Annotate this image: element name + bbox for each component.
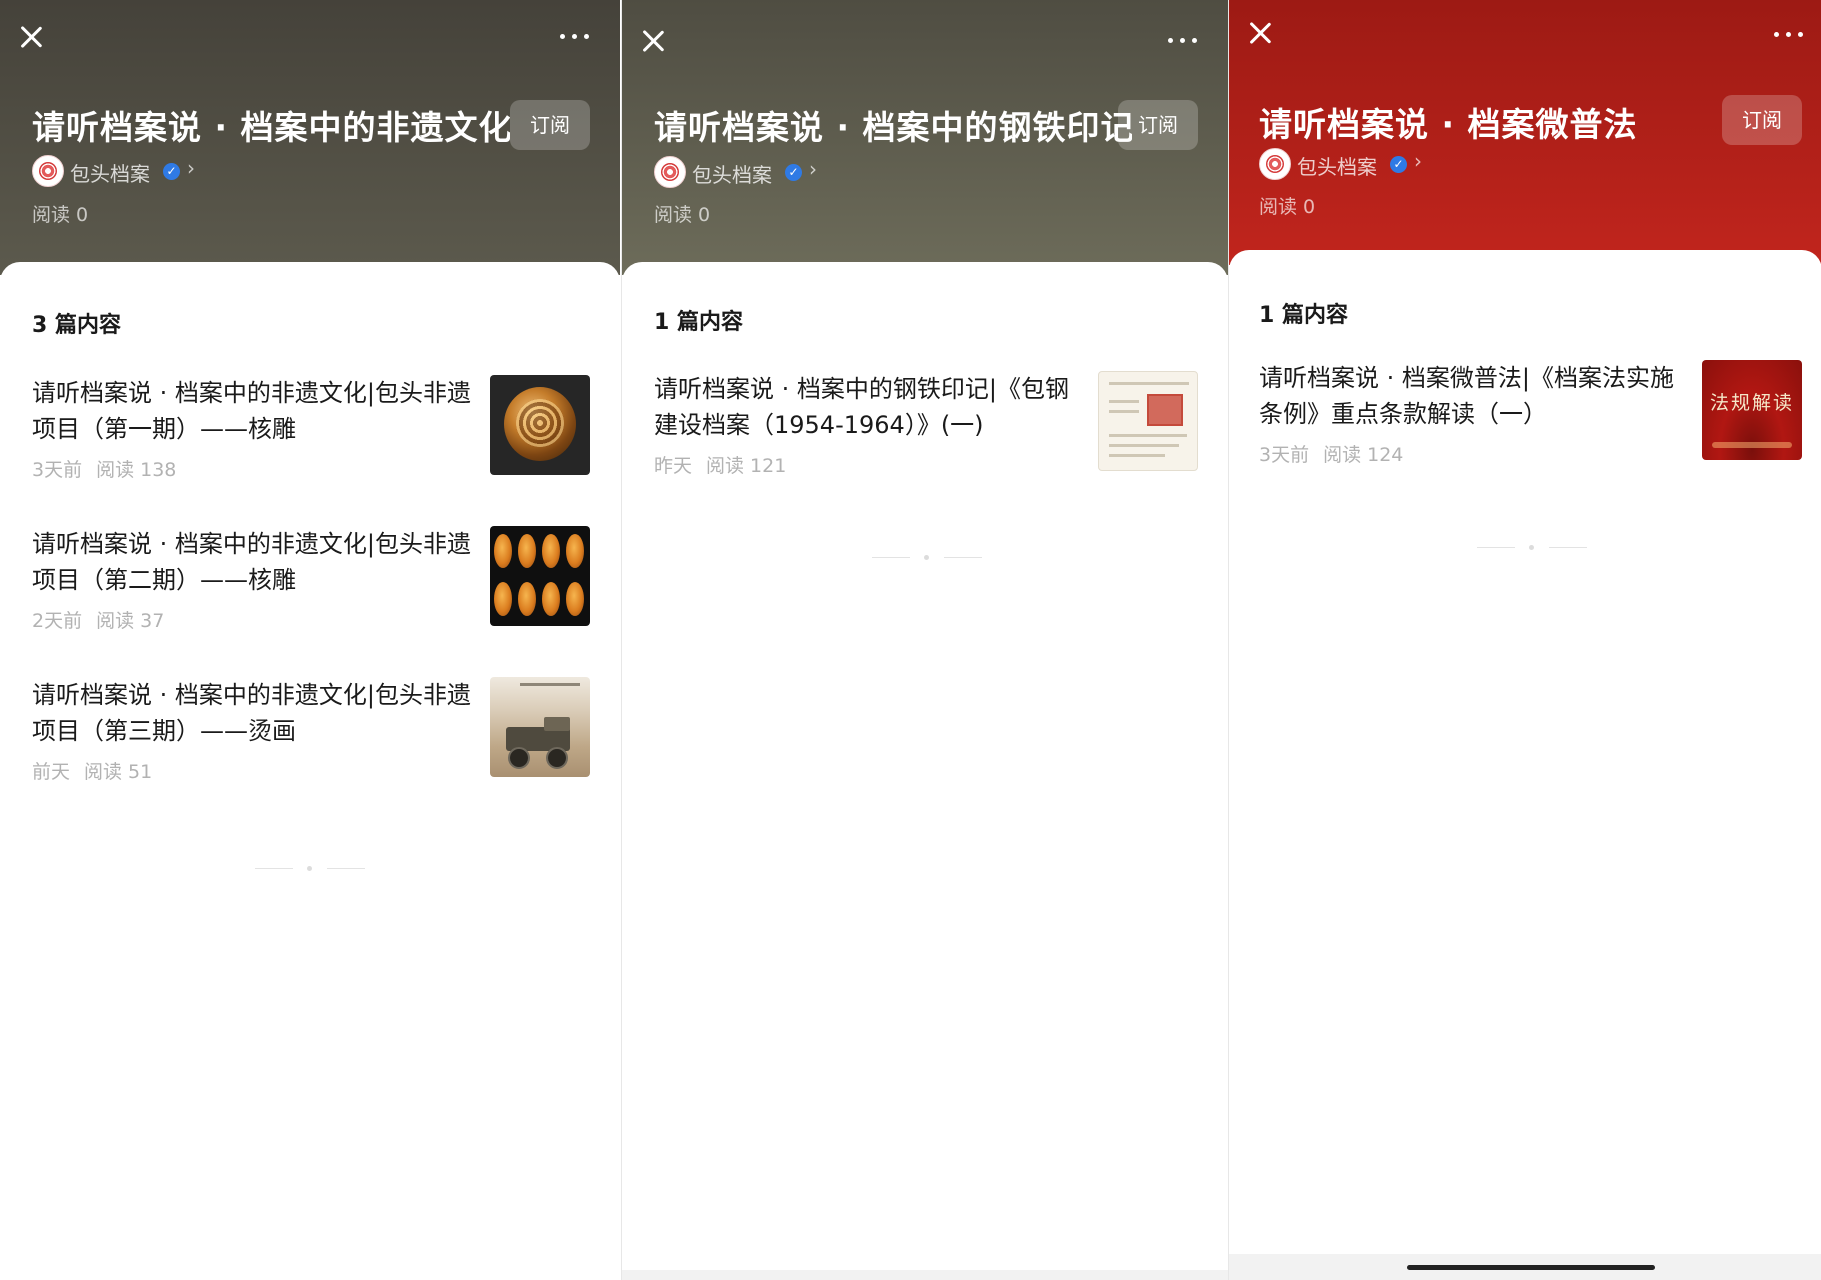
- collection-title: 请听档案说 · 档案微普法: [1259, 105, 1638, 144]
- article-list-sheet: 1 篇内容 请听档案说 · 档案中的钢铁印记|《包钢建设档案（1954-1964…: [622, 262, 1228, 1280]
- collection-panel-intangible-heritage: 请听档案说 · 档案中的非遗文化| 订阅 包头档案 ✓ › 阅读 0 3 篇内容…: [0, 0, 620, 1280]
- article-reads: 阅读 37: [96, 610, 165, 632]
- more-options-icon[interactable]: [1772, 28, 1806, 40]
- article-meta: 昨天 阅读 121: [654, 451, 786, 478]
- content-count: 1 篇内容: [1259, 303, 1348, 328]
- article-item[interactable]: 请听档案说 · 档案中的非遗文化|包头非遗项目（第三期）——烫画 前天 阅读 51: [32, 677, 590, 787]
- subscribe-button[interactable]: 订阅: [510, 100, 590, 150]
- close-icon[interactable]: [1245, 18, 1275, 48]
- account-name: 包头档案: [1297, 155, 1377, 179]
- collection-title: 请听档案说 · 档案中的非遗文化|: [32, 108, 510, 147]
- article-item[interactable]: 请听档案说 · 档案中的非遗文化|包头非遗项目（第二期）——核雕 2天前 阅读 3…: [32, 526, 590, 636]
- verified-badge-icon: ✓: [1390, 156, 1407, 173]
- article-meta: 3天前 阅读 138: [32, 455, 176, 482]
- article-time: 前天: [32, 761, 71, 783]
- article-title: 请听档案说 · 档案微普法|《档案法实施条例》重点条款解读（一）: [1259, 364, 1674, 428]
- article-thumbnail: [1098, 371, 1198, 471]
- article-reads: 阅读 124: [1323, 444, 1404, 466]
- article-time: 3天前: [32, 459, 83, 481]
- account-name: 包头档案: [692, 163, 772, 187]
- account-avatar: [654, 156, 686, 188]
- article-meta: 2天前 阅读 37: [32, 606, 164, 633]
- article-time: 昨天: [654, 455, 693, 477]
- article-list-sheet: 1 篇内容 请听档案说 · 档案微普法|《档案法实施条例》重点条款解读（一） 3…: [1229, 250, 1821, 1280]
- article-time: 2天前: [32, 610, 83, 632]
- article-meta: 3天前 阅读 124: [1259, 440, 1403, 467]
- article-title: 请听档案说 · 档案中的非遗文化|包头非遗项目（第三期）——烫画: [32, 681, 471, 745]
- collection-header: 请听档案说 · 档案中的钢铁印记 订阅 包头档案 ✓ › 阅读 0: [622, 0, 1228, 275]
- article-meta: 前天 阅读 51: [32, 757, 152, 784]
- article-thumbnail: [490, 375, 590, 475]
- collection-title: 请听档案说 · 档案中的钢铁印记: [654, 108, 1132, 147]
- article-thumbnail: [490, 677, 590, 777]
- list-end-divider: [1477, 542, 1587, 552]
- close-icon[interactable]: [638, 26, 668, 56]
- article-title: 请听档案说 · 档案中的非遗文化|包头非遗项目（第一期）——核雕: [32, 379, 471, 443]
- article-reads: 阅读 121: [706, 455, 787, 477]
- collection-panel-steel-imprint: 请听档案说 · 档案中的钢铁印记 订阅 包头档案 ✓ › 阅读 0 1 篇内容 …: [621, 0, 1228, 1280]
- article-item[interactable]: 请听档案说 · 档案微普法|《档案法实施条例》重点条款解读（一） 3天前 阅读 1…: [1259, 360, 1802, 470]
- collection-read-count: 阅读 0: [32, 204, 89, 226]
- chevron-right-icon: ›: [187, 156, 195, 180]
- collection-header: 请听档案说 · 档案中的非遗文化| 订阅 包头档案 ✓ › 阅读 0: [0, 0, 620, 275]
- article-time: 3天前: [1259, 444, 1310, 466]
- chevron-right-icon: ›: [809, 157, 817, 181]
- thumbnail-caption: 法规解读: [1709, 392, 1794, 414]
- article-item[interactable]: 请听档案说 · 档案中的钢铁印记|《包钢建设档案（1954-1964）》(一) …: [654, 371, 1198, 481]
- content-count: 1 篇内容: [654, 310, 743, 335]
- collection-read-count: 阅读 0: [1259, 196, 1316, 218]
- account-avatar: [32, 155, 64, 187]
- article-reads: 阅读 138: [96, 459, 177, 481]
- article-item[interactable]: 请听档案说 · 档案中的非遗文化|包头非遗项目（第一期）——核雕 3天前 阅读 1…: [32, 375, 590, 485]
- account-avatar: [1259, 148, 1291, 180]
- verified-badge-icon: ✓: [163, 163, 180, 180]
- bottom-bar: [1229, 1254, 1821, 1280]
- collection-panel-law-popularization: 请听档案说 · 档案微普法 订阅 包头档案 ✓ › 阅读 0 1 篇内容 请听档…: [1228, 0, 1821, 1280]
- collection-header: 请听档案说 · 档案微普法 订阅 包头档案 ✓ › 阅读 0: [1229, 0, 1821, 265]
- subscribe-button[interactable]: 订阅: [1722, 95, 1802, 145]
- more-options-icon[interactable]: [558, 30, 592, 42]
- subscribe-button[interactable]: 订阅: [1118, 100, 1198, 150]
- collection-read-count: 阅读 0: [654, 204, 711, 226]
- close-icon[interactable]: [16, 22, 46, 52]
- home-indicator[interactable]: [1407, 1265, 1655, 1270]
- article-thumbnail: 法规解读: [1702, 360, 1802, 460]
- bottom-bar: [622, 1270, 1228, 1280]
- account-name: 包头档案: [70, 162, 150, 186]
- article-list-sheet: 3 篇内容 请听档案说 · 档案中的非遗文化|包头非遗项目（第一期）——核雕 3…: [0, 262, 620, 1280]
- article-title: 请听档案说 · 档案中的非遗文化|包头非遗项目（第二期）——核雕: [32, 530, 471, 594]
- content-count: 3 篇内容: [32, 313, 121, 338]
- chevron-right-icon: ›: [1414, 149, 1422, 173]
- screenshot-collage: 请听档案说 · 档案中的非遗文化| 订阅 包头档案 ✓ › 阅读 0 3 篇内容…: [0, 0, 1821, 1280]
- verified-badge-icon: ✓: [785, 164, 802, 181]
- article-title: 请听档案说 · 档案中的钢铁印记|《包钢建设档案（1954-1964）》(一): [654, 375, 1069, 439]
- article-thumbnail: [490, 526, 590, 626]
- more-options-icon[interactable]: [1166, 34, 1200, 46]
- list-end-divider: [255, 863, 365, 873]
- article-reads: 阅读 51: [84, 761, 153, 783]
- list-end-divider: [872, 552, 982, 562]
